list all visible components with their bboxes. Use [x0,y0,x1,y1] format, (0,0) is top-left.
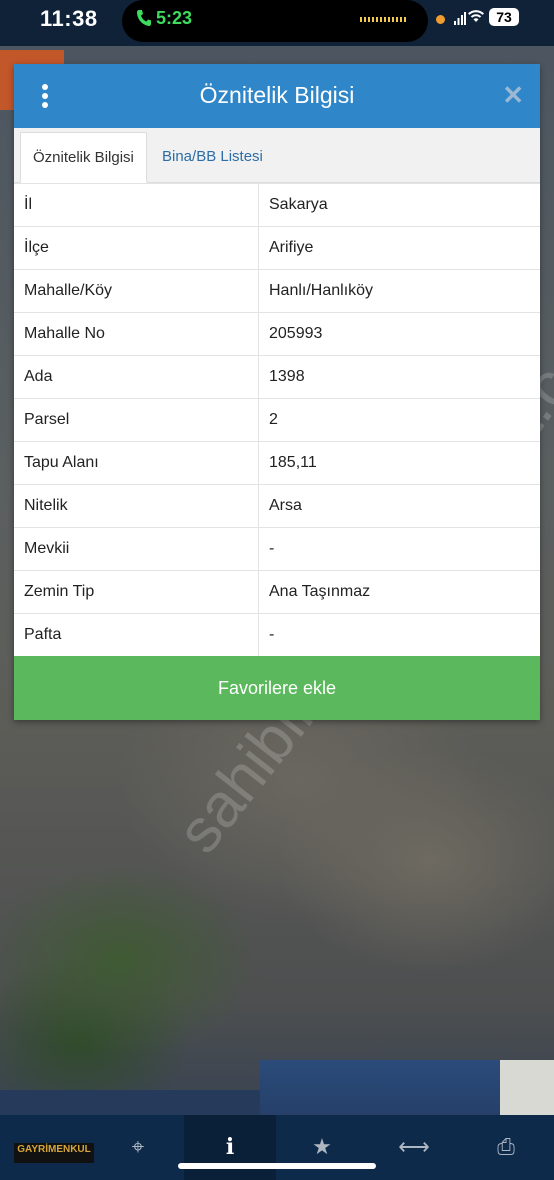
attribute-table: İl Sakarya İlçe Arifiye Mahalle/Köy Hanlı/H… [14,183,540,656]
clock: 11:38 [40,6,98,31]
table-row: İl Sakarya [14,183,540,227]
map-building [500,1060,554,1120]
attribute-key: Mahalle No [14,312,259,356]
attribute-key: İl [14,183,259,227]
tab-bar: Öznitelik Bilgisi Bina/BB Listesi [14,128,540,183]
measure-arrows-icon: ⟷ [398,1134,430,1159]
logo-text: GAYRİMENKUL [17,1144,91,1155]
attribute-value: 205993 [258,312,540,356]
phone-icon [137,10,151,26]
attribute-value: 1398 [258,355,540,399]
info-button[interactable]: i [184,1115,276,1180]
audio-wave-icon [360,17,408,22]
attribute-value: Arifiye [258,226,540,270]
attribute-value: - [258,613,540,656]
star-icon: ★ [312,1134,332,1159]
attribute-value: Ana Taşınmaz [258,570,540,614]
attribute-value: Sakarya [258,183,540,227]
attribute-key: Ada [14,355,259,399]
dynamic-island[interactable]: 5:23 [122,0,428,42]
attribute-key: İlçe [14,226,259,270]
attribute-key: Mahalle/Köy [14,269,259,313]
table-row: Tapu Alanı 185,11 [14,441,540,485]
signal-icon [454,12,466,25]
table-row: Mahalle No 205993 [14,312,540,356]
favorites-button[interactable]: ★ [276,1115,368,1180]
info-icon: i [225,1134,235,1160]
attribute-value: 2 [258,398,540,442]
call-indicator[interactable]: 5:23 [136,8,192,29]
tab-building-list[interactable]: Bina/BB Listesi [150,132,275,181]
agency-logo: GAYRİMENKUL [14,1143,94,1163]
measure-button[interactable]: ⟷ [368,1115,460,1180]
dialog-header: Öznitelik Bilgisi ✕ [14,64,540,128]
attribute-key: Nitelik [14,484,259,528]
tab-attributes[interactable]: Öznitelik Bilgisi [20,132,147,183]
location-target-icon: ⌖ [131,1134,145,1159]
mic-indicator-icon [436,15,445,24]
attribute-value: 185,11 [258,441,540,485]
table-row: Mahalle/Köy Hanlı/Hanlıköy [14,269,540,313]
status-bar: 11:38 5:23 73 [0,0,554,46]
attribute-key: Mevkii [14,527,259,571]
table-row: İlçe Arifiye [14,226,540,270]
call-duration: 5:23 [156,8,193,28]
attribute-key: Tapu Alanı [14,441,259,485]
attribute-value: Arsa [258,484,540,528]
table-row: Parsel 2 [14,398,540,442]
add-to-favorites-button[interactable]: Favorilere ekle [14,656,540,720]
print-icon: ⎙ [497,1134,515,1159]
attribute-value: Hanlı/Hanlıköy [258,269,540,313]
table-row: Nitelik Arsa [14,484,540,528]
dialog-title: Öznitelik Bilgisi [199,82,355,108]
table-row: Ada 1398 [14,355,540,399]
attribute-key: Zemin Tip [14,570,259,614]
wifi-icon [468,10,484,22]
attribute-key: Parsel [14,398,259,442]
attribute-key: Pafta [14,613,259,656]
location-target-button[interactable]: ⌖ [92,1115,184,1180]
table-row: Pafta - [14,613,540,656]
print-button[interactable]: ⎙ [460,1115,552,1180]
table-row: Mevkii - [14,527,540,571]
battery-level: 73 [489,8,519,26]
attribute-value: - [258,527,540,571]
home-indicator[interactable] [178,1163,376,1169]
attribute-dialog: Öznitelik Bilgisi ✕ Öznitelik Bilgisi Bi… [14,64,540,720]
table-row: Zemin Tip Ana Taşınmaz [14,570,540,614]
close-icon[interactable]: ✕ [502,82,524,108]
